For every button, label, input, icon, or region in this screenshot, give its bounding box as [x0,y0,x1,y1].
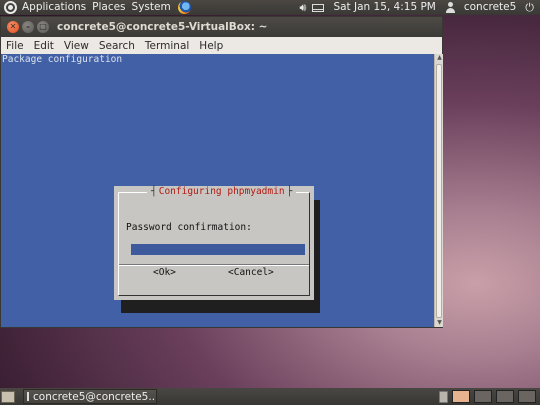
ubuntu-logo-icon[interactable] [4,1,17,14]
menu-view[interactable]: View [59,40,94,52]
password-label: Password confirmation: [126,222,252,233]
scrollbar[interactable]: ▲ ▼ [434,54,443,327]
mail-icon[interactable] [312,3,325,12]
scroll-down-icon[interactable]: ▼ [436,319,443,327]
taskbar-item-terminal[interactable]: concrete5@concrete5... [23,389,157,404]
person-icon[interactable] [445,2,455,13]
system-menu[interactable]: System [129,0,174,15]
dialog-title: Configuring phpmyadmin [147,186,297,197]
cancel-button[interactable]: <Cancel> [228,267,274,278]
scrollbar-thumb[interactable] [436,64,442,318]
screen-heading: Package configuration [2,54,123,65]
config-dialog: Configuring phpmyadmin Password confirma… [114,186,314,300]
minimize-icon[interactable]: – [22,21,34,33]
trash-icon[interactable] [439,390,448,403]
window-title: concrete5@concrete5-VirtualBox: ~ [57,21,268,33]
bottom-panel: concrete5@concrete5... [0,388,540,405]
places-menu[interactable]: Places [89,0,128,15]
taskbar-item-label: concrete5@concrete5... [33,390,157,403]
clock[interactable]: Sat Jan 15, 4:15 PM [330,0,438,15]
user-menu[interactable]: concrete5 [461,0,519,15]
menu-help[interactable]: Help [194,40,228,52]
workspace-3[interactable] [496,390,514,403]
show-desktop-icon[interactable] [1,390,15,403]
workspace-4[interactable] [518,390,536,403]
power-icon[interactable]: ⏻ [525,0,534,15]
terminal-screen[interactable]: Package configuration Configuring phpmya… [1,54,434,327]
menu-file[interactable]: File [1,40,29,52]
dialog-divider [119,264,309,266]
top-panel: Applications Places System 🔊︎ Sat Jan 15… [0,0,540,15]
workspace-2[interactable] [474,390,492,403]
password-confirmation-input[interactable] [131,244,305,255]
maximize-icon[interactable]: □ [37,21,49,33]
menu-edit[interactable]: Edit [29,40,59,52]
menu-search[interactable]: Search [94,40,140,52]
workspace-1[interactable] [452,390,470,403]
menu-bar: File Edit View Search Terminal Help [1,37,442,54]
scroll-up-icon[interactable]: ▲ [436,54,443,62]
volume-icon[interactable]: 🔊︎ [300,0,307,15]
window-titlebar[interactable]: ✕ – □ concrete5@concrete5-VirtualBox: ~ [1,17,442,37]
firefox-icon[interactable] [177,1,191,14]
ok-button[interactable]: <Ok> [153,267,176,278]
menu-terminal[interactable]: Terminal [140,40,194,52]
terminal-icon [27,392,29,401]
applications-menu[interactable]: Applications [19,0,89,15]
close-icon[interactable]: ✕ [7,21,19,33]
terminal-window: ✕ – □ concrete5@concrete5-VirtualBox: ~ … [0,16,443,328]
